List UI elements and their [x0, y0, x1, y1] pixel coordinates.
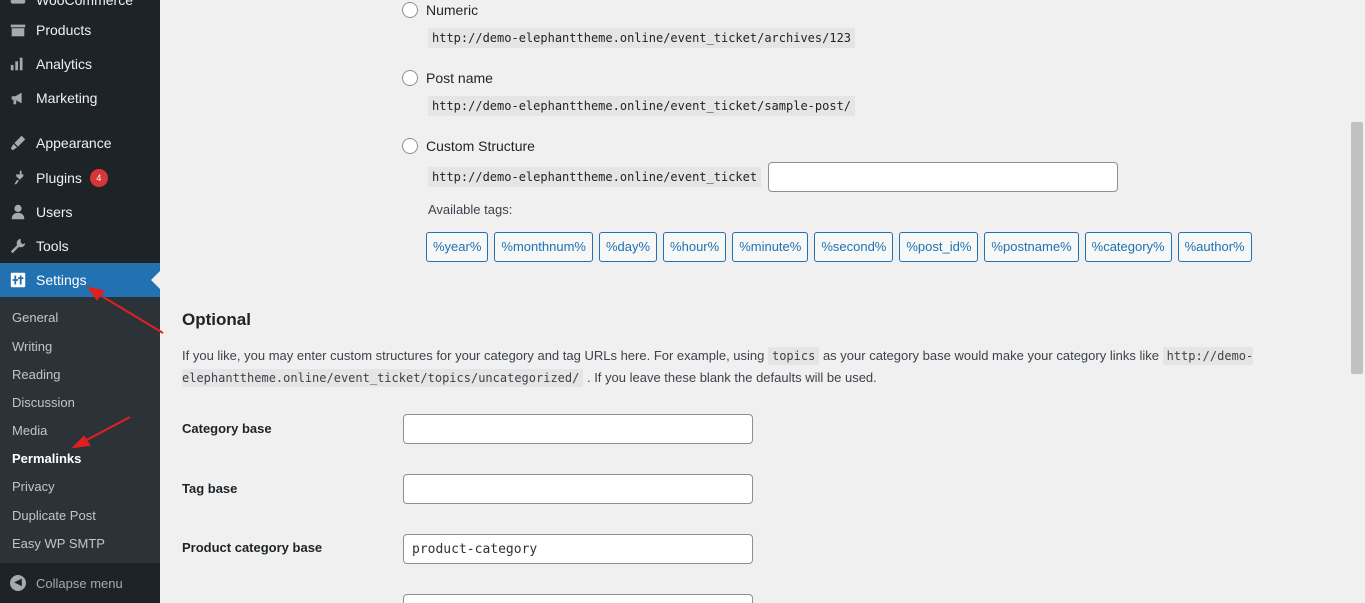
tag-button-post-id[interactable]: %post_id% — [899, 232, 979, 262]
product-category-base-label: Product category base — [182, 540, 323, 555]
radio-label: Numeric — [426, 2, 479, 18]
optional-description: If you like, you may enter custom struct… — [182, 345, 1262, 389]
menu-item-tools[interactable]: Tools — [0, 229, 160, 263]
marketing-icon — [0, 81, 36, 115]
desc-text: If you like, you may enter custom struct… — [182, 348, 768, 363]
numeric-example-url: http://demo-elephanttheme.online/event_t… — [428, 28, 856, 48]
menu-item-label: Appearance — [36, 135, 112, 151]
appearance-icon — [0, 126, 36, 160]
menu-item-appearance[interactable]: Appearance — [0, 126, 160, 160]
tag-button-author[interactable]: %author% — [1177, 232, 1252, 262]
tag-button-second[interactable]: %second% — [814, 232, 894, 262]
collapse-menu-button[interactable]: ◀ Collapse menu — [0, 568, 160, 598]
menu-item-analytics[interactable]: Analytics — [0, 47, 160, 81]
radio-button[interactable] — [402, 138, 418, 154]
permalink-option-custom-structure[interactable]: Custom Structure — [402, 138, 535, 154]
menu-item-label: Products — [36, 22, 92, 38]
menu-item-settings[interactable]: Settings — [0, 263, 160, 297]
permalink-option-numeric[interactable]: Numeric — [402, 2, 478, 18]
menu-item-label: Analytics — [36, 56, 93, 72]
optional-heading: Optional — [182, 310, 251, 329]
desc-text: as your category base would make your ca… — [819, 348, 1163, 363]
custom-structure-input[interactable] — [768, 162, 1118, 192]
submenu-item-duplicate-post[interactable]: Duplicate Post — [12, 508, 96, 523]
tag-button-postname[interactable]: %postname% — [984, 232, 1079, 262]
collapse-icon: ◀ — [0, 575, 36, 591]
settings-submenu: General Writing Reading Discussion Media… — [0, 297, 160, 563]
menu-item-label: Settings — [36, 272, 87, 288]
menu-item-marketing[interactable]: Marketing — [0, 81, 160, 115]
tools-icon — [0, 229, 36, 263]
product-tag-base-input[interactable] — [403, 594, 753, 603]
radio-button[interactable] — [402, 70, 418, 86]
tag-button-minute[interactable]: %minute% — [732, 232, 809, 262]
submenu-item-media[interactable]: Media — [12, 423, 47, 438]
plugins-update-badge: 4 — [89, 169, 108, 187]
analytics-icon — [0, 47, 36, 81]
menu-item-plugins[interactable]: Plugins 4 — [0, 161, 160, 195]
desc-text: . If you leave these blank the defaults … — [583, 370, 877, 385]
menu-item-label: Tools — [36, 238, 69, 254]
scrollbar-thumb[interactable] — [1351, 122, 1363, 374]
submenu-item-easy-wp-smtp[interactable]: Easy WP SMTP — [12, 536, 105, 551]
category-base-input[interactable] — [403, 414, 753, 444]
settings-icon — [0, 263, 36, 297]
menu-item-label: Users — [36, 204, 73, 220]
menu-item-label: Marketing — [36, 90, 98, 106]
tag-base-input[interactable] — [403, 474, 753, 504]
submenu-item-reading[interactable]: Reading — [12, 367, 60, 382]
tag-button-year[interactable]: %year% — [426, 232, 489, 262]
tag-button-category[interactable]: %category% — [1084, 232, 1172, 262]
tag-button-day[interactable]: %day% — [598, 232, 658, 262]
users-icon — [0, 195, 36, 229]
menu-item-label: Plugins — [36, 170, 82, 186]
annotation-arrows — [71, 286, 164, 449]
menu-item-products[interactable]: Products — [0, 13, 160, 47]
radio-label: Post name — [426, 70, 493, 86]
menu-item-label: WooCommerce — [36, 0, 133, 8]
radio-button[interactable] — [402, 2, 418, 18]
submenu-item-discussion[interactable]: Discussion — [12, 395, 75, 410]
collapse-menu-label: Collapse menu — [36, 575, 123, 591]
submenu-item-writing[interactable]: Writing — [12, 339, 52, 354]
products-icon — [0, 13, 36, 47]
submenu-item-privacy[interactable]: Privacy — [12, 479, 55, 494]
post-name-example-url: http://demo-elephanttheme.online/event_t… — [428, 96, 856, 116]
submenu-item-permalinks[interactable]: Permalinks — [12, 451, 81, 466]
submenu-item-general[interactable]: General — [12, 310, 58, 325]
plugins-icon — [0, 161, 36, 195]
radio-label: Custom Structure — [426, 138, 535, 154]
tag-button-hour[interactable]: %hour% — [663, 232, 727, 262]
menu-item-users[interactable]: Users — [0, 195, 160, 229]
category-base-label: Category base — [182, 421, 272, 436]
available-tags-label: Available tags: — [428, 202, 513, 217]
tag-base-label: Tag base — [182, 481, 238, 496]
tag-button-monthnum[interactable]: %monthnum% — [494, 232, 593, 262]
permalink-option-post-name[interactable]: Post name — [402, 70, 493, 86]
available-tags-list: %year% %monthnum% %day% %hour% %minute% … — [426, 232, 1252, 262]
custom-structure-prefix: http://demo-elephanttheme.online/event_t… — [428, 167, 762, 187]
admin-sidebar: WooCommerce Products Analytics Marketing… — [0, 0, 160, 603]
product-category-base-input[interactable] — [403, 534, 753, 564]
desc-code-topics: topics — [767, 347, 820, 365]
